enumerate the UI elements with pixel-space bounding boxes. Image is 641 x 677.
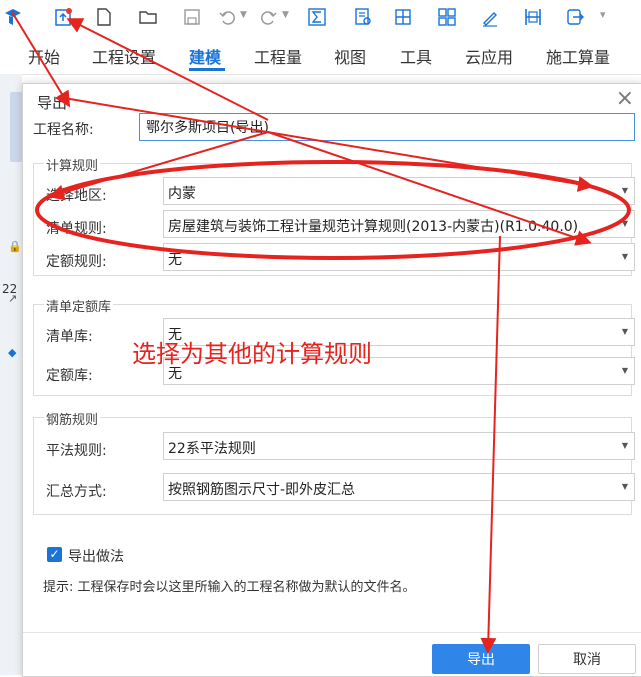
new-file-icon[interactable] xyxy=(93,6,115,28)
project-name-label: 工程名称: xyxy=(33,122,94,138)
summary-select[interactable]: 按照钢筋图示尺寸-即外皮汇总 ▼ xyxy=(163,473,635,501)
doc-search-icon[interactable] xyxy=(352,6,374,28)
region-value: 内蒙 xyxy=(168,186,196,202)
tab-construction-quantity[interactable]: 施工算量 xyxy=(546,44,610,68)
tab-project-settings[interactable]: 工程设置 xyxy=(92,44,156,68)
redo-icon[interactable] xyxy=(258,6,280,28)
lock-icon: 🔒 xyxy=(8,240,22,253)
ribbon-tabs: 开始 工程设置 建模 工程量 视图 工具 云应用 施工算量 xyxy=(0,36,641,75)
ruler-icon[interactable] xyxy=(522,6,544,28)
export-button[interactable]: 导出 xyxy=(432,644,530,674)
chevron-down-icon: ▼ xyxy=(621,482,628,491)
calc-rules-group: 计算规则 选择地区: 内蒙 ▼ 清单规则: 房屋建筑与装饰工程计量规范计算规则(… xyxy=(33,155,635,276)
quota-rule-select[interactable]: 无 ▼ xyxy=(163,243,635,271)
region-label: 选择地区: xyxy=(46,188,107,204)
arrow-icon: ↗ xyxy=(8,292,18,305)
export-dialog: 导出 × 工程名称: 计算规则 选择地区: 内蒙 ▼ 清单规则: 房屋建筑与装饰… xyxy=(22,83,641,677)
save-icon[interactable] xyxy=(181,6,203,28)
grid-arrange-icon[interactable] xyxy=(436,6,458,28)
open-folder-icon[interactable] xyxy=(137,6,159,28)
quota-rule-label: 定额规则: xyxy=(46,254,107,270)
region-select[interactable]: 内蒙 ▼ xyxy=(163,177,635,205)
quick-access-toolbar: ▼ ▼ ▾ xyxy=(0,0,641,36)
tab-view[interactable]: 视图 xyxy=(334,44,366,68)
background-side-panel: 22 🔒 ↗ ◆ xyxy=(0,74,22,675)
grid-table-icon[interactable] xyxy=(393,6,415,28)
chevron-down-icon: ▼ xyxy=(621,252,628,261)
flat-rule-select[interactable]: 22系平法规则 ▼ xyxy=(163,432,635,460)
cancel-button[interactable]: 取消 xyxy=(538,644,636,674)
library-title: 清单定额库 xyxy=(44,296,114,315)
chevron-down-icon: ▼ xyxy=(621,366,628,375)
active-tab-indicator xyxy=(189,68,225,71)
summary-value: 按照钢筋图示尺寸-即外皮汇总 xyxy=(168,482,356,498)
export-method-label[interactable]: 导出做法 xyxy=(68,546,124,566)
tab-modeling[interactable]: 建模 xyxy=(189,44,221,68)
hint-text: 提示: 工程保存时会以这里所输入的工程名称做为默认的文件名。 xyxy=(43,580,416,595)
tab-start[interactable]: 开始 xyxy=(28,44,60,68)
undo-dropdown-icon[interactable]: ▼ xyxy=(240,10,247,20)
project-name-input[interactable] xyxy=(139,113,635,141)
footer-divider xyxy=(23,632,641,633)
list-library-label: 清单库: xyxy=(46,329,93,345)
chevron-down-icon: ▼ xyxy=(621,219,628,228)
chevron-down-icon: ▼ xyxy=(621,327,628,336)
list-rule-value: 房屋建筑与装饰工程计量规范计算规则(2013-内蒙古)(R1.0.40.0) xyxy=(168,219,579,235)
flat-rule-value: 22系平法规则 xyxy=(168,441,256,457)
pen-icon[interactable] xyxy=(479,6,501,28)
redo-dropdown-icon[interactable]: ▼ xyxy=(282,10,289,20)
side-panel-block xyxy=(10,92,22,162)
quota-rule-value: 无 xyxy=(168,252,182,268)
undo-icon[interactable] xyxy=(216,6,238,28)
annotation-text: 选择为其他的计算规则 xyxy=(132,340,372,368)
tab-cloud-apps[interactable]: 云应用 xyxy=(465,44,513,68)
quota-library-label: 定额库: xyxy=(46,368,93,384)
app-logo-icon[interactable] xyxy=(2,6,24,28)
upload-file-icon[interactable] xyxy=(52,6,74,28)
chevron-down-icon: ▼ xyxy=(621,441,628,450)
export-icon[interactable] xyxy=(564,6,586,28)
calc-rules-title: 计算规则 xyxy=(44,155,101,174)
rebar-title: 钢筋规则 xyxy=(44,409,101,428)
flat-rule-label: 平法规则: xyxy=(46,443,107,459)
sum-icon[interactable] xyxy=(306,6,328,28)
list-rule-select[interactable]: 房屋建筑与装饰工程计量规范计算规则(2013-内蒙古)(R1.0.40.0) ▼ xyxy=(163,210,635,238)
rebar-rules-group: 钢筋规则 平法规则: 22系平法规则 ▼ 汇总方式: 按照钢筋图示尺寸-即外皮汇… xyxy=(33,409,635,515)
dialog-title: 导出 xyxy=(37,94,68,112)
more-icon[interactable]: ▾ xyxy=(600,8,606,21)
summary-label: 汇总方式: xyxy=(46,484,107,500)
close-icon[interactable]: × xyxy=(616,88,634,110)
export-method-checkbox[interactable]: ✓ xyxy=(47,547,62,562)
chevron-down-icon: ▼ xyxy=(621,186,628,195)
cube-icon: ◆ xyxy=(8,346,17,359)
tab-tools[interactable]: 工具 xyxy=(400,44,432,68)
tab-quantity[interactable]: 工程量 xyxy=(254,44,302,68)
list-rule-label: 清单规则: xyxy=(46,221,107,237)
